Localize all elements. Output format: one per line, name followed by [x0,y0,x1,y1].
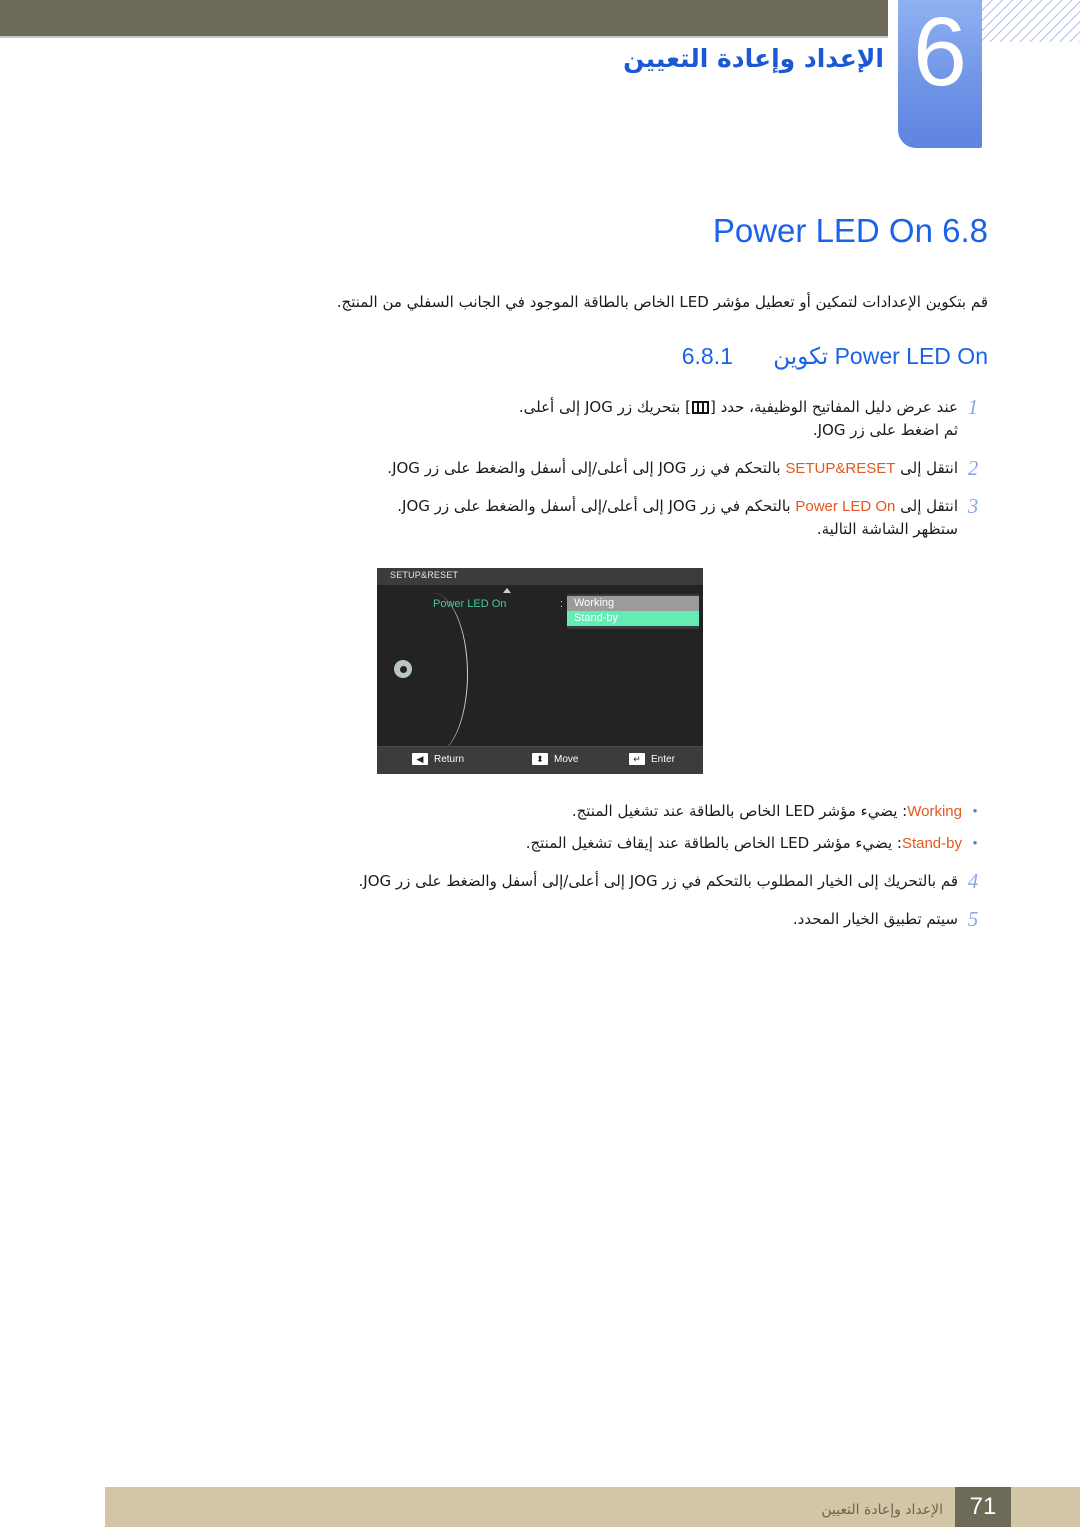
keyword-working: Working [907,803,962,820]
osd-option-list[interactable]: Working Stand-by [567,594,699,629]
keyword-setup-reset: SETUP&RESET [785,460,896,477]
keyword-power-led-on: Power LED On [795,498,896,515]
header-band [0,0,888,36]
option-description-list: • Working: يضيء مؤشر LED الخاص بالطاقة ع… [188,800,988,864]
left-arrow-icon: ◀ [412,753,428,765]
section-number: 6.8.1 [681,343,733,369]
step-text-post: بالتحكم في زر JOG إلى أعلى/إلى أسفل والض… [397,497,796,515]
bullet-icon: • [972,803,978,818]
osd-enter-button[interactable]: ↵ Enter [629,753,675,765]
caret-up-icon [503,588,511,593]
gear-icon [394,660,412,678]
chapter-title: الإعداد وإعادة التعيين [623,44,884,73]
step-list-top: 1 عند عرض دليل المفاتيح الوظيفية، حدد []… [188,396,988,556]
step-text: سيتم تطبيق الخيار المحدد. [792,910,958,928]
section-subtitle-text: Power LED On تكوين [773,343,988,369]
list-item: 5 سيتم تطبيق الخيار المحدد. [188,908,988,931]
list-item: 4 قم بالتحريك إلى الخيار المطلوب بالتحكم… [188,870,988,893]
osd-screenshot: SETUP&RESET Power LED On : Working Stand… [377,568,703,774]
step-number: 2 [967,456,979,480]
up-down-arrow-icon: ⬍ [532,753,548,765]
step-text: انتقل إلى Power LED On بالتحكم في زر JOG… [188,495,958,541]
header-band-shadow [0,36,888,38]
osd-colon: : [560,598,564,610]
osd-option-standby[interactable]: Stand-by [567,611,699,626]
bullet-text: Stand-by: يضيء مؤشر LED الخاص بالطاقة عن… [188,832,962,855]
osd-return-label: Return [434,753,465,765]
intro-paragraph: قم بتكوين الإعدادات لتمكين أو تعطيل مؤشر… [336,293,988,311]
step-list-bottom: 4 قم بالتحريك إلى الخيار المطلوب بالتحكم… [188,870,988,946]
osd-title: SETUP&RESET [390,570,459,580]
step-text-line2: ستظهر الشاشة التالية. [816,520,958,538]
page-title: Power LED On 6.8 [712,212,988,249]
bullet-text: Working: يضيء مؤشر LED الخاص بالطاقة عند… [188,800,962,823]
step-number: 5 [967,907,979,931]
bullet-icon: • [972,835,978,850]
step-text-pre: انتقل إلى [895,497,958,515]
step-number: 3 [967,494,979,518]
osd-move-label: Move [554,753,579,765]
list-item: 3 انتقل إلى Power LED On بالتحكم في زر J… [188,495,988,541]
step-text-post: بالتحكم في زر JOG إلى أعلى/إلى أسفل والض… [387,459,786,477]
step-number: 1 [967,395,979,419]
diagonal-hatch-decoration [972,0,1080,42]
list-item: • Working: يضيء مؤشر LED الخاص بالطاقة ع… [188,800,988,823]
step-text: قم بالتحريك إلى الخيار المطلوب بالتحكم ف… [358,872,958,890]
step-number: 4 [967,869,979,893]
osd-item-label: Power LED On [433,598,507,610]
step-text: عند عرض دليل المفاتيح الوظيفية، حدد [ ] ب… [188,396,958,442]
menu-icon [691,401,709,414]
osd-enter-label: Enter [651,753,675,765]
list-item: 1 عند عرض دليل المفاتيح الوظيفية، حدد []… [188,396,988,442]
enter-key-icon: ↵ [629,753,645,765]
osd-option-working[interactable]: Working [567,596,699,611]
footer-chapter-label: الإعداد وإعادة التعيين [821,1502,943,1518]
keyword-standby: Stand-by [901,835,962,852]
osd-footer-bar: ◀ Return ⬍ Move ↵ Enter [377,746,703,774]
list-item: 2 انتقل إلى SETUP&RESET بالتحكم في زر JO… [188,457,988,480]
osd-return-button[interactable]: ◀ Return [412,753,464,765]
step-text-pre: عند عرض دليل المفاتيح الوظيفية، حدد [ [709,398,958,416]
step-text-post: ] بتحريك زر JOG إلى أعلى. [518,398,691,416]
step-text-line2: ثم اضغط على زر JOG. [812,421,958,439]
chapter-number: 6 [913,0,967,106]
osd-body: Power LED On : Working Stand-by [377,585,703,755]
page-number: 71 [955,1487,1011,1527]
chapter-number-tab: 6 [898,0,982,148]
section-subtitle: Power LED On تكوين 6.8.1 [682,343,988,370]
step-text: انتقل إلى SETUP&RESET بالتحكم في زر JOG … [188,457,958,480]
step-text-pre: انتقل إلى [895,459,958,477]
list-item: • Stand-by: يضيء مؤشر LED الخاص بالطاقة … [188,832,988,855]
osd-move-button[interactable]: ⬍ Move [532,753,578,765]
bullet-text-body: : يضيء مؤشر LED الخاص بالطاقة عند تشغيل … [571,802,908,820]
bullet-text-body: : يضيء مؤشر LED الخاص بالطاقة عند إيقاف … [525,834,902,852]
